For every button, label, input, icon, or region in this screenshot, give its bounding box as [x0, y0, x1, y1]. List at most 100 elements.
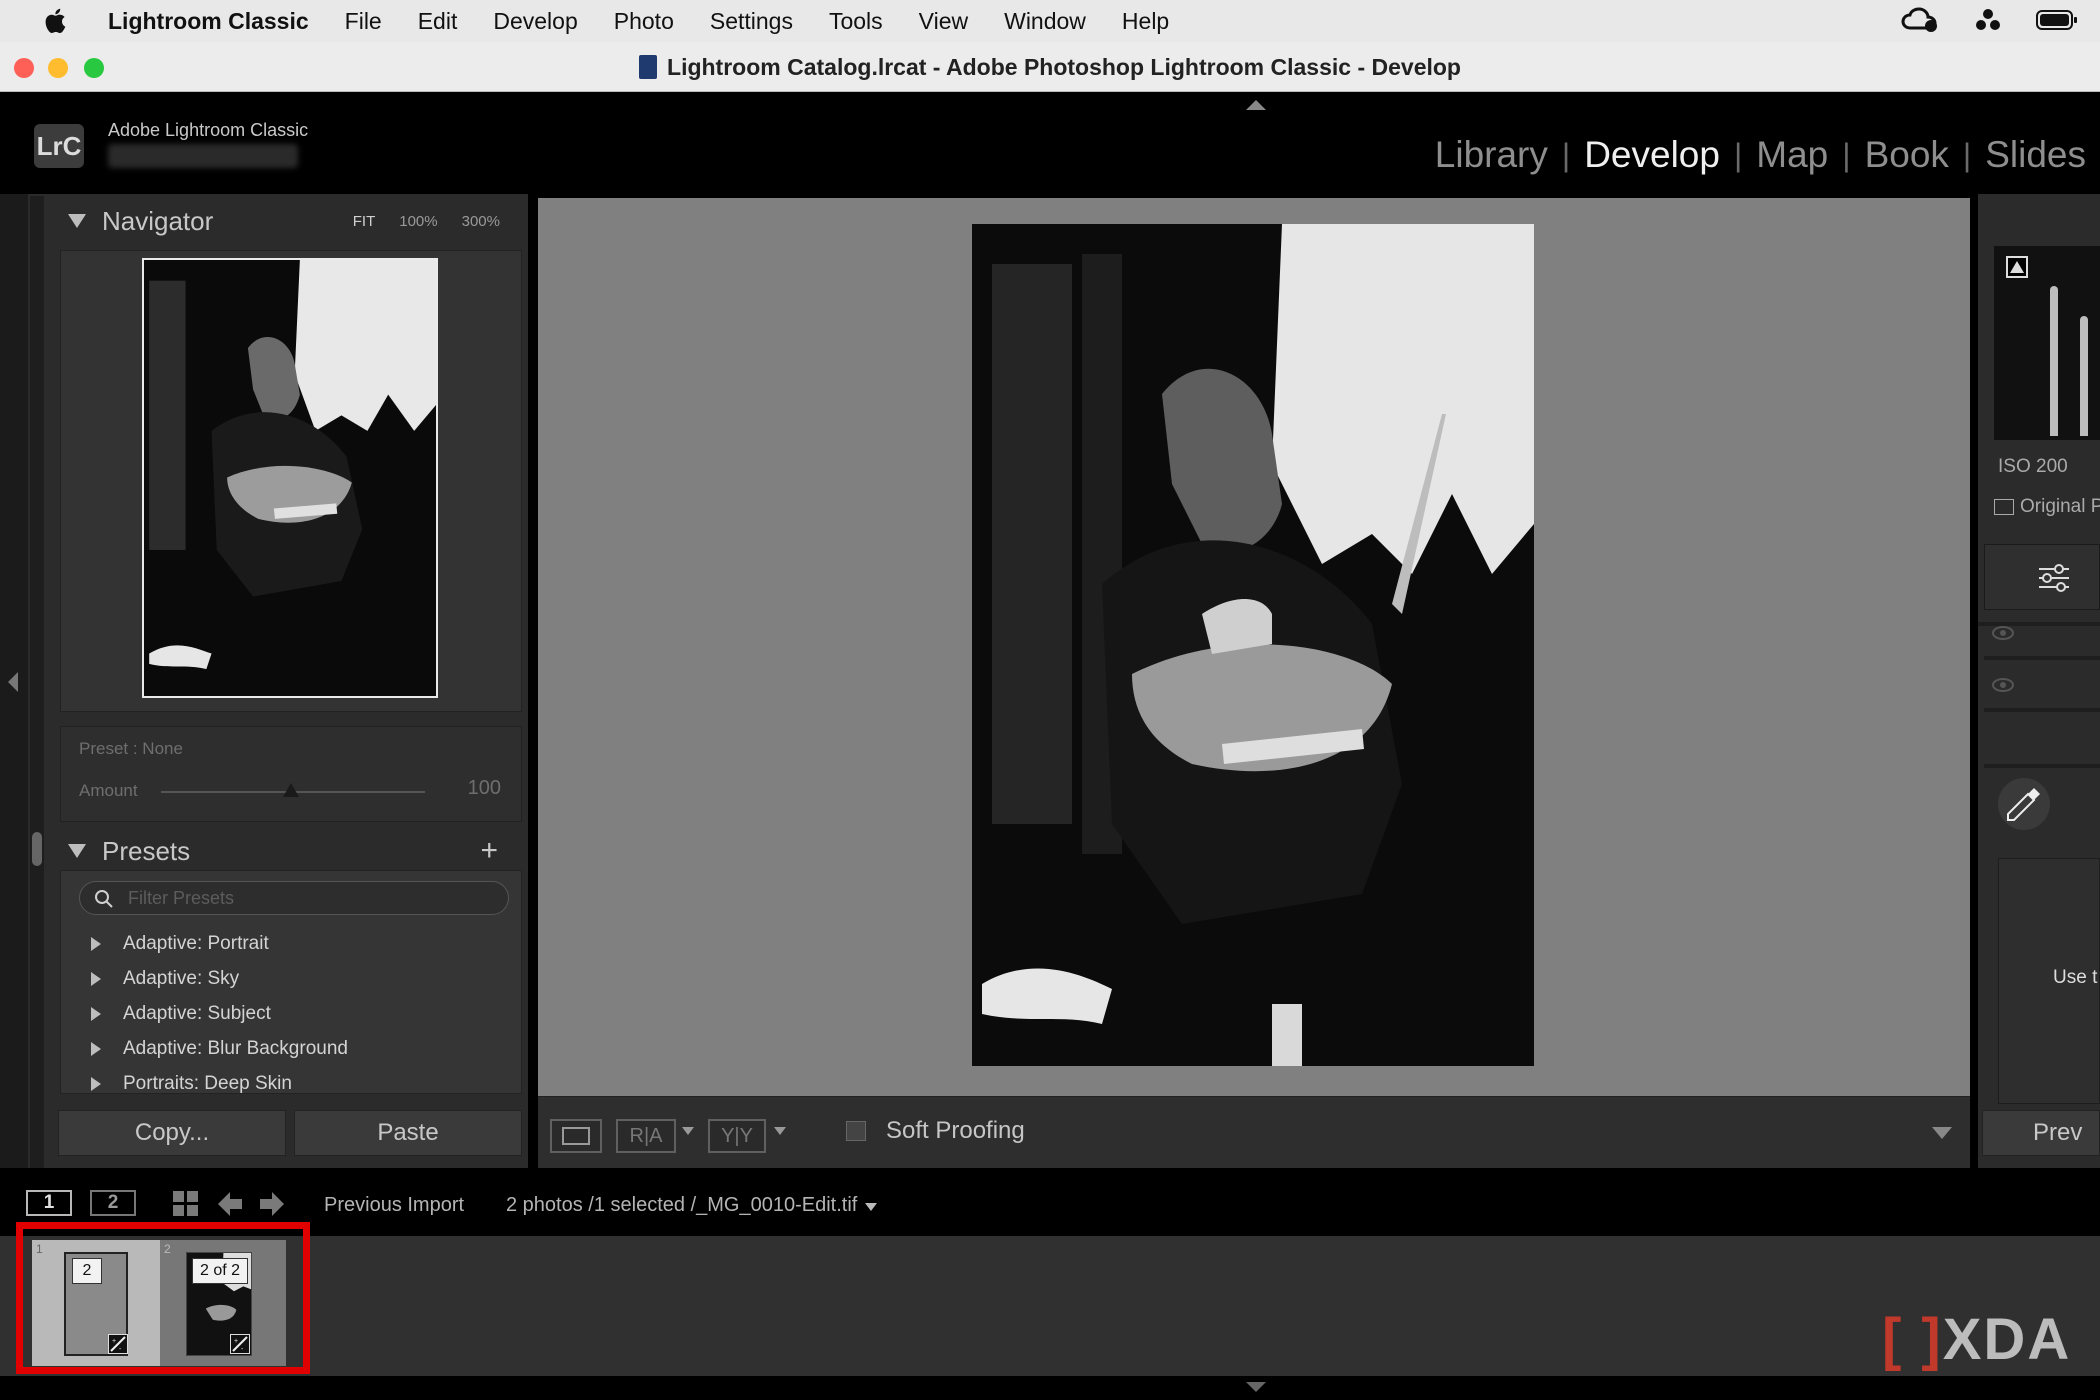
expand-triangle-icon[interactable]: [91, 1042, 101, 1056]
menu-window[interactable]: Window: [1004, 8, 1086, 35]
soft-proofing-label: Soft Proofing: [886, 1117, 1025, 1144]
before-after-dropdown-icon[interactable]: [682, 1127, 694, 1135]
module-develop[interactable]: Develop: [1570, 134, 1734, 176]
develop-toolbar: R|A Y|Y Soft Proofing: [538, 1096, 1970, 1168]
white-balance-selector[interactable]: [1998, 778, 2050, 830]
preset-group-item[interactable]: Portraits: Deep Skin: [91, 1073, 292, 1095]
module-separator: |: [1962, 136, 1972, 173]
amount-slider-handle[interactable]: [283, 783, 299, 797]
presets-header[interactable]: Presets +: [60, 826, 520, 876]
module-book[interactable]: Book: [1851, 134, 1963, 176]
menu-file[interactable]: File: [345, 8, 382, 35]
soft-proofing-control[interactable]: Soft Proofing: [846, 1117, 1025, 1145]
visibility-eye-icon[interactable]: [1992, 678, 2014, 697]
left-panel-scrollbar[interactable]: [30, 196, 44, 1168]
collapse-top-panel-arrow[interactable]: [1246, 100, 1266, 110]
apple-icon[interactable]: [36, 8, 76, 34]
zoom-300-option[interactable]: 300%: [462, 213, 500, 230]
expand-triangle-icon[interactable]: [91, 937, 101, 951]
creative-cloud-icon[interactable]: [1900, 6, 1940, 40]
iso-info: ISO 200: [1998, 456, 2068, 477]
visibility-eye-icon[interactable]: [1992, 626, 2014, 645]
module-slides[interactable]: Slides: [1971, 134, 2100, 176]
sliders-icon: [2037, 561, 2071, 600]
original-photo-checkbox[interactable]: [1994, 499, 2014, 515]
main-photo[interactable]: [972, 224, 1534, 1066]
navigator-zoom-options: FIT 100% 300%: [353, 213, 500, 230]
preset-group-item[interactable]: Adaptive: Blur Background: [91, 1038, 348, 1060]
next-photo-arrow-icon[interactable]: [258, 1190, 286, 1223]
menu-help[interactable]: Help: [1122, 8, 1169, 35]
scrollbar-thumb[interactable]: [32, 832, 42, 866]
preset-group-item[interactable]: Adaptive: Sky: [91, 968, 239, 990]
menu-photo[interactable]: Photo: [614, 8, 674, 35]
previous-photo-arrow-icon[interactable]: [216, 1190, 244, 1223]
expand-triangle-icon[interactable]: [91, 972, 101, 986]
lrc-logo: LrC: [34, 124, 84, 168]
shadow-clipping-toggle[interactable]: [2006, 256, 2028, 278]
panel-divider: [1984, 708, 2100, 712]
zoom-fit-option[interactable]: FIT: [353, 213, 376, 230]
before-after-copy-button[interactable]: Y|Y: [708, 1119, 766, 1153]
paste-settings-button[interactable]: Paste: [294, 1110, 522, 1156]
xda-bracket-mark: [ ]: [1882, 1307, 1943, 1372]
menu-view[interactable]: View: [919, 8, 968, 35]
collapse-left-panel-arrow[interactable]: [8, 672, 18, 692]
preset-group-item[interactable]: Adaptive: Portrait: [91, 933, 269, 955]
copy-settings-button[interactable]: Copy...: [58, 1110, 286, 1156]
module-separator: |: [1561, 136, 1571, 173]
control-center-icon[interactable]: [1974, 6, 2002, 40]
filmstrip-source[interactable]: Previous Import: [324, 1194, 464, 1217]
disclosure-triangle-icon[interactable]: [68, 844, 86, 858]
window-title: Lightroom Catalog.lrcat - Adobe Photosho…: [0, 54, 2100, 81]
secondary-window-button[interactable]: 2: [90, 1190, 136, 1216]
toolbar-content-dropdown-icon[interactable]: [1932, 1127, 1952, 1139]
zoom-100-option[interactable]: 100%: [399, 213, 437, 230]
navigator-thumbnail[interactable]: [142, 258, 438, 698]
module-separator: |: [1733, 136, 1743, 173]
original-photo-option[interactable]: Original P: [1994, 496, 2100, 518]
expand-triangle-icon[interactable]: [91, 1007, 101, 1021]
identity-app-label: Adobe Lightroom Classic: [108, 120, 309, 140]
menu-edit[interactable]: Edit: [418, 8, 458, 35]
loupe-view-button[interactable]: [550, 1119, 602, 1153]
preset-group-item[interactable]: Adaptive: Subject: [91, 1003, 271, 1025]
highlight-box-annotation: [16, 1222, 310, 1374]
menu-tools[interactable]: Tools: [829, 8, 883, 35]
module-picker: Library | Develop | Map | Book | Slides: [1421, 134, 2100, 176]
module-separator: |: [1842, 136, 1851, 173]
collapse-bottom-panel-arrow[interactable]: [1246, 1382, 1266, 1392]
main-window-button[interactable]: 1: [26, 1190, 72, 1216]
module-library[interactable]: Library: [1421, 134, 1562, 176]
search-icon: [94, 887, 114, 919]
menu-develop[interactable]: Develop: [493, 8, 577, 35]
amount-value[interactable]: 100: [468, 777, 501, 800]
menu-app-name[interactable]: Lightroom Classic: [108, 8, 309, 35]
before-after-left-right-button[interactable]: R|A: [616, 1119, 676, 1153]
panel-divider: [1984, 764, 2100, 768]
window-title-bar: Lightroom Catalog.lrcat - Adobe Photosho…: [0, 42, 2100, 92]
filter-presets-input[interactable]: Filter Presets: [79, 881, 509, 915]
grid-view-icon[interactable]: [172, 1190, 200, 1223]
profile-browser-placeholder[interactable]: Use t: [1998, 858, 2100, 1104]
navigator-title: Navigator: [102, 205, 214, 236]
battery-icon[interactable]: [2036, 9, 2078, 37]
panel-divider: [1984, 656, 2100, 660]
filmstrip-selection-info[interactable]: 2 photos /1 selected /_MG_0010-Edit.tif: [506, 1194, 878, 1217]
preset-name-label: Preset : None: [79, 739, 183, 758]
navigator-header[interactable]: Navigator FIT 100% 300%: [60, 196, 520, 246]
edit-panel-tab[interactable]: [1984, 544, 2100, 610]
right-panel: ISO 200 Original P Use t Prev: [1978, 194, 2100, 1168]
expand-triangle-icon[interactable]: [91, 1077, 101, 1091]
use-hint-text: Use t: [2053, 967, 2098, 988]
selection-dropdown-icon[interactable]: [865, 1203, 878, 1211]
module-map[interactable]: Map: [1742, 134, 1842, 176]
previous-settings-button[interactable]: Prev: [1982, 1110, 2100, 1156]
before-after-copy-dropdown-icon[interactable]: [774, 1127, 786, 1135]
filter-presets-placeholder: Filter Presets: [128, 888, 235, 908]
soft-proofing-checkbox[interactable]: [846, 1121, 866, 1141]
disclosure-triangle-icon[interactable]: [68, 214, 86, 228]
identity-bar: LrC Adobe Lightroom Classic Library | De…: [0, 92, 2100, 194]
menu-settings[interactable]: Settings: [710, 8, 793, 35]
add-preset-plus-icon[interactable]: +: [480, 834, 498, 868]
